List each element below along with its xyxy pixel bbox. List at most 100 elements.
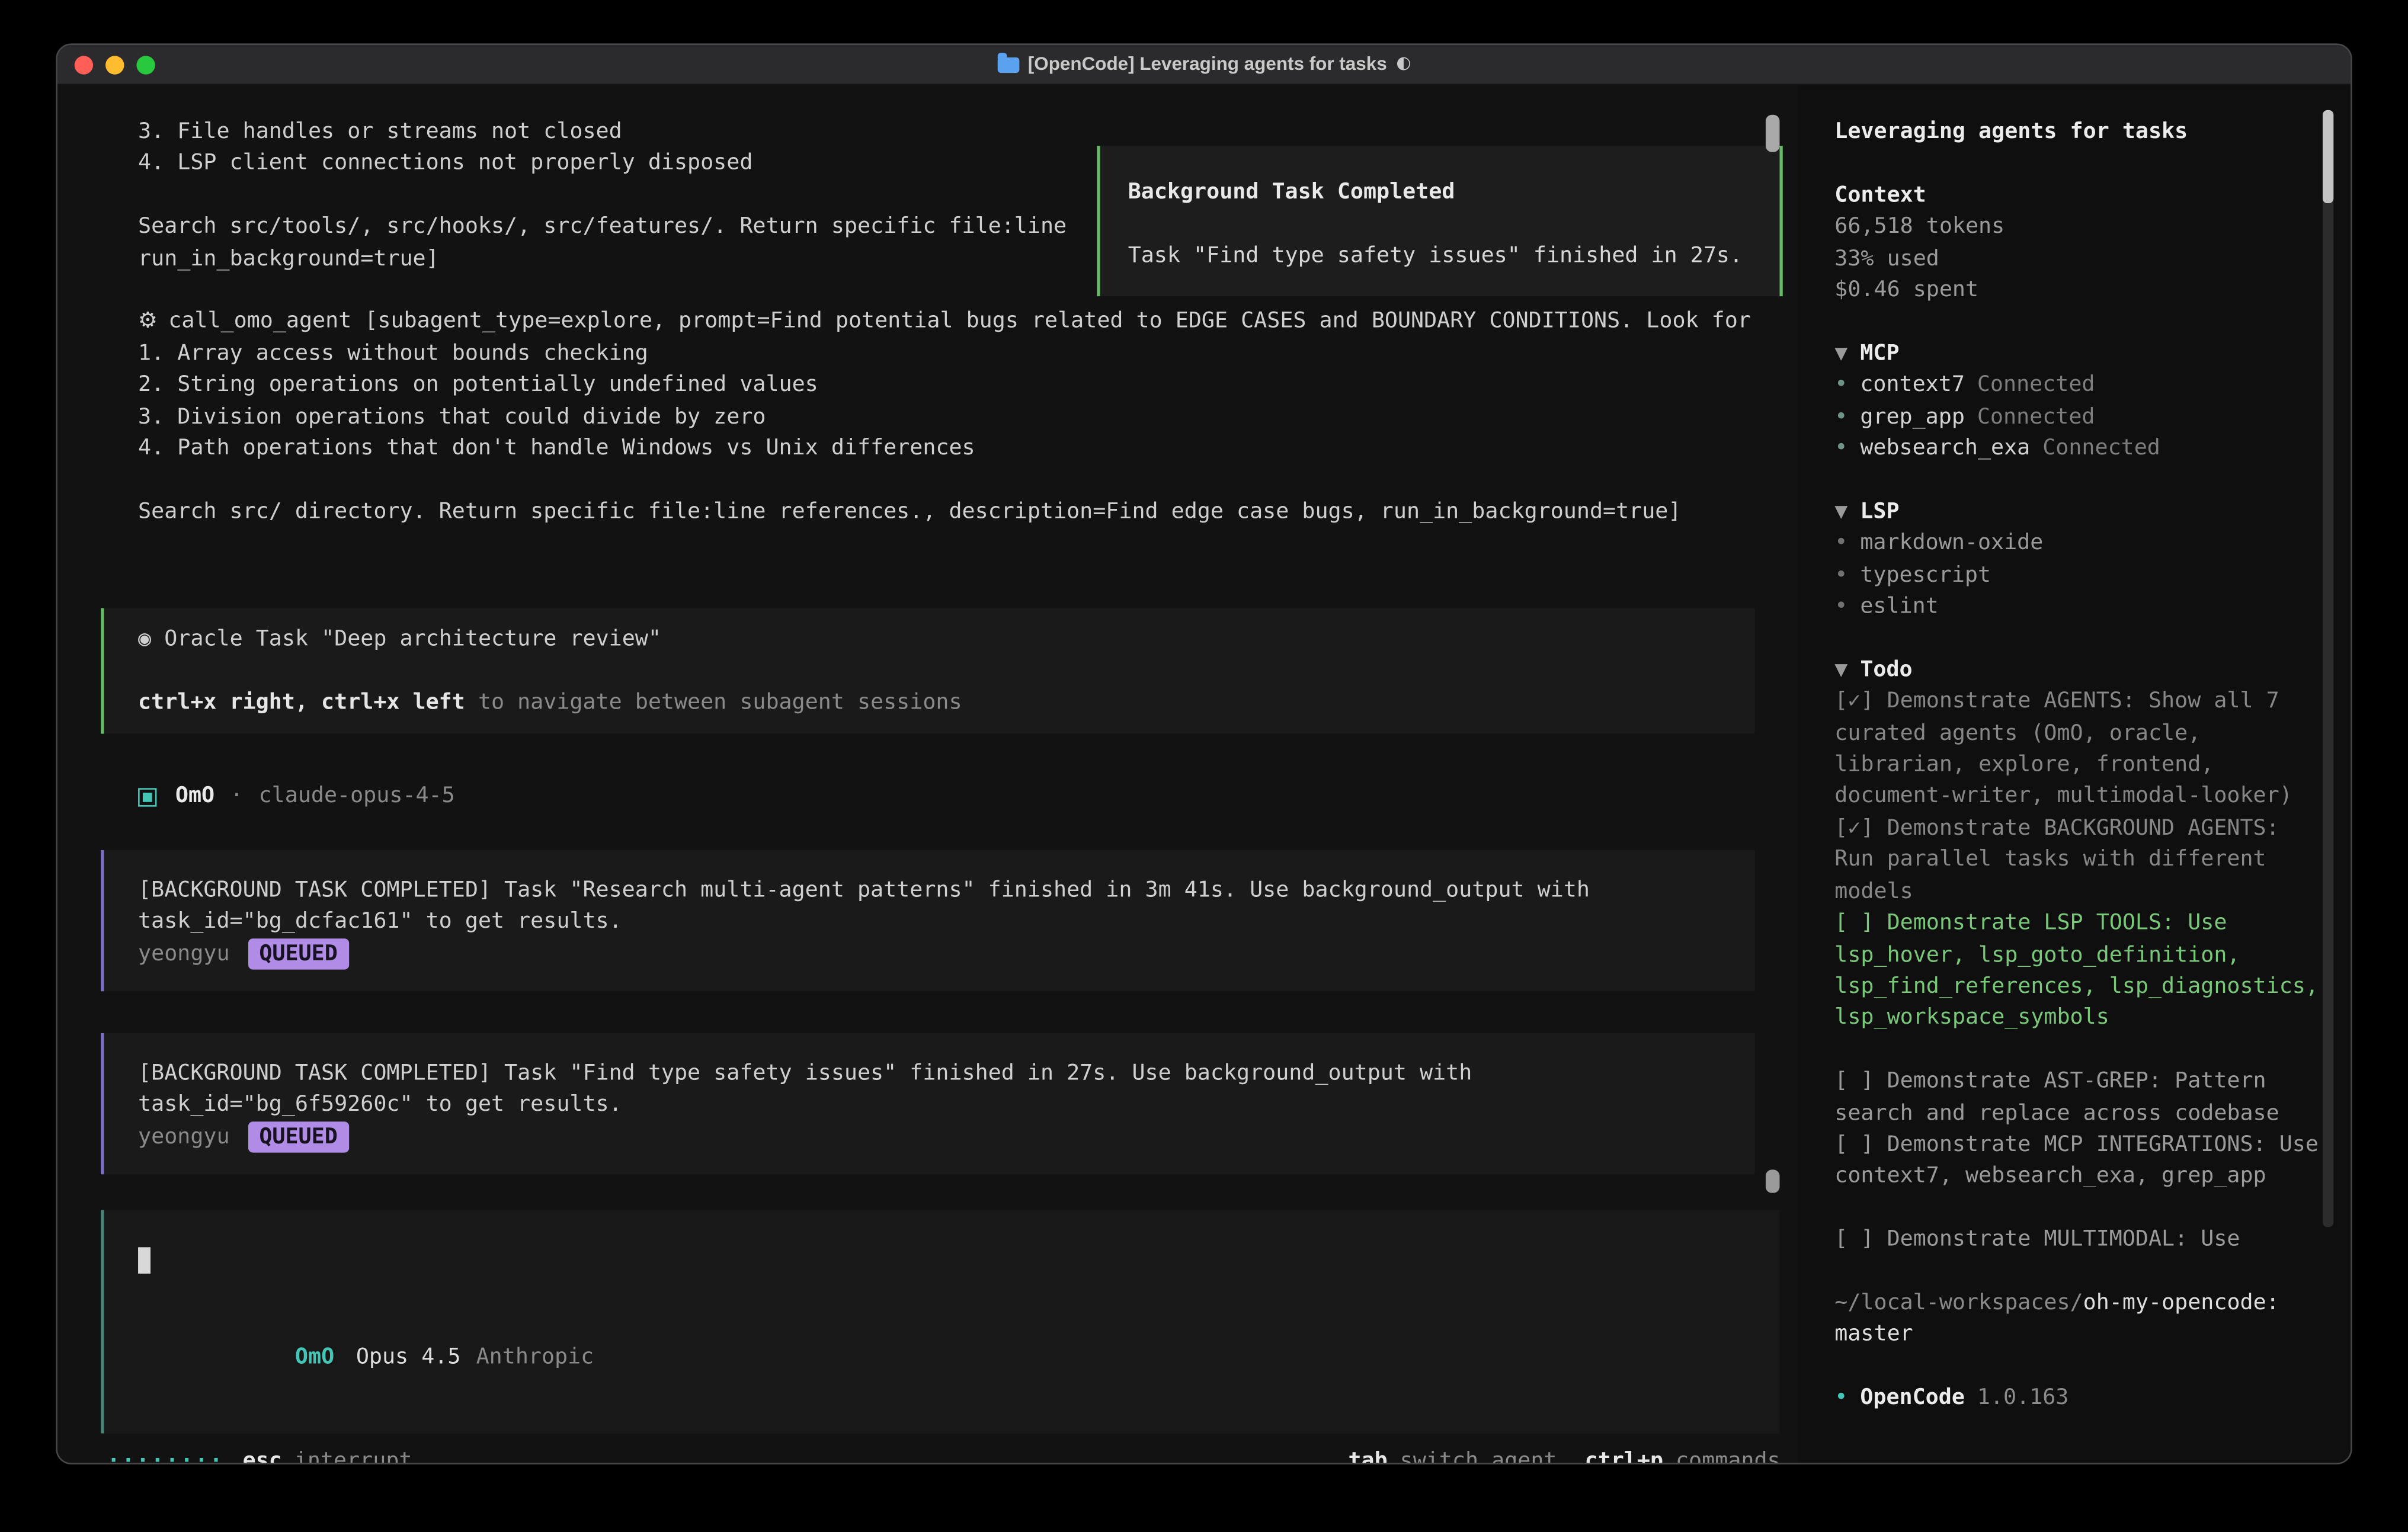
app-version-number: 1.0.163 (1977, 1386, 2069, 1411)
session-timer-icon: ◐ (1396, 49, 1411, 80)
todo-item: [ ] Demonstrate MCP INTEGRATIONS: Use co… (1834, 1129, 2323, 1193)
status-left: ········ esc interrupt (107, 1446, 412, 1464)
prompt-input-line[interactable] (138, 1248, 1779, 1279)
lsp-heading-text: LSP (1860, 499, 1899, 524)
tool-call-text: call_omo_agent [subagent_type=explore, p… (168, 309, 1751, 334)
message-text-line: task_id="bg_6f59260c" to get results. (138, 1089, 1755, 1121)
sidebar-scrollbar-thumb[interactable] (2323, 110, 2333, 203)
bullet-icon: • (1834, 563, 1847, 588)
esc-key-hint: esc (243, 1446, 282, 1464)
blank-line (138, 1279, 1779, 1310)
blank-line (1128, 209, 1755, 240)
todo-item: [ ] Demonstrate MULTIMODAL: Use (1834, 1224, 2323, 1255)
prompt-input[interactable]: OmOOpus 4.5Anthropic (101, 1210, 1779, 1434)
tab-key-hint: tab (1348, 1446, 1387, 1464)
message-block: [BACKGROUND TASK COMPLETED] Task "Resear… (101, 850, 1754, 992)
bullet-icon: • (1834, 373, 1847, 398)
terminal-line: 1. Array access without bounds checking (138, 338, 1799, 369)
lsp-item-name: typescript (1860, 563, 1991, 588)
lsp-item-name: eslint (1860, 594, 1938, 619)
main-scrollbar-thumb[interactable] (1766, 115, 1780, 152)
mcp-item: •grep_appConnected (1834, 401, 2323, 432)
subagent-nav-hint: ctrl+x right, ctrl+x left to navigate be… (138, 687, 1755, 719)
message-author: yeongyu (138, 1124, 230, 1149)
mcp-item-status: Connected (1977, 373, 2095, 398)
message-author: yeongyu (138, 941, 230, 966)
spinner-dots: ········ (107, 1446, 225, 1464)
oracle-task-banner: ◉ Oracle Task "Deep architecture review"… (101, 608, 1754, 735)
bullet-icon: • (1834, 436, 1847, 461)
window-title: [OpenCode] Leveraging agents for tasks ◐ (57, 49, 2351, 80)
message-block: [BACKGROUND TASK COMPLETED] Task "Find t… (101, 1033, 1754, 1175)
chevron-down-icon: ▼ (1834, 341, 1847, 366)
oracle-icon: ◉ (138, 627, 151, 652)
lsp-item: • markdown-oxide (1834, 528, 2323, 559)
status-badge: QUEUED (248, 938, 348, 969)
agent-name: OmO (175, 781, 214, 812)
terminal-line (138, 464, 1799, 496)
lsp-section-header[interactable]: ▼ LSP (1834, 496, 2323, 527)
agent-icon (138, 787, 156, 806)
desktop-background: [OpenCode] Leveraging agents for tasks ◐… (0, 0, 2408, 1532)
context-spent: $0.46 spent (1834, 275, 2323, 306)
chevron-down-icon: ▼ (1834, 658, 1847, 682)
mcp-item: • websearch_exa Connected (1834, 433, 2323, 464)
chevron-down-icon: ▼ (1834, 499, 1847, 524)
agent-model: claude-opus-4-5 (259, 781, 455, 812)
bullet-icon: • (1834, 531, 1847, 556)
workspace-branch: master (1834, 1322, 1913, 1347)
app-version-row: •OpenCode1.0.163 (1834, 1382, 2323, 1414)
lsp-item: • typescript (1834, 559, 2323, 591)
main-scrollbar-thumb[interactable] (1766, 1169, 1780, 1193)
bullet-icon: • (1834, 594, 1847, 619)
status-right: tab switch agent ctrl+p commands (1348, 1446, 1780, 1464)
workspace-path: ~/local-workspaces/oh-my-opencode: maste… (1834, 1287, 2323, 1351)
hint-keys: ctrl+x right, ctrl+x left (138, 690, 465, 715)
todo-item: [✓] Demonstrate BACKGROUND AGENTS: Run p… (1834, 813, 2323, 908)
status-bar: ········ esc interrupt tab switch agent … (107, 1446, 1781, 1464)
oracle-task-title: ◉ Oracle Task "Deep architecture review" (138, 624, 1755, 655)
mcp-item-name: context7 (1860, 373, 1965, 398)
context-heading-text: Context (1834, 182, 1926, 207)
input-provider-name: Anthropic (476, 1346, 594, 1371)
mcp-item-status: Connected (2042, 436, 2160, 461)
bullet-icon: • (1834, 404, 1847, 429)
gear-icon: ⚙ (138, 309, 158, 334)
separator-dot: · (230, 781, 243, 812)
model-selector-row[interactable]: OmOOpus 4.5Anthropic (138, 1311, 1779, 1406)
todo-item: [ ] Demonstrate AST-GREP: Pattern search… (1834, 1066, 2323, 1129)
commands-key-label: commands (1676, 1446, 1781, 1464)
window-title-text: [OpenCode] Leveraging agents for tasks (1028, 49, 1387, 80)
mcp-heading-text: MCP (1860, 341, 1899, 366)
commands-key-hint: ctrl+p (1585, 1446, 1663, 1464)
tool-call-line: ⚙ call_omo_agent [subagent_type=explore, … (138, 306, 1799, 338)
input-agent-name: OmO (295, 1346, 334, 1371)
context-tokens: 66,518 tokens (1834, 211, 2323, 243)
text-cursor (138, 1248, 150, 1274)
esc-key-label: interrupt (294, 1446, 412, 1464)
lsp-item-name: markdown-oxide (1860, 531, 2043, 556)
terminal-line: 3. File handles or streams not closed (138, 116, 1799, 148)
sidebar-scrollbar-track[interactable] (2323, 110, 2333, 1227)
lsp-item: • eslint (1834, 591, 2323, 623)
mcp-item-name: websearch_exa (1860, 436, 2030, 461)
oracle-title-text: Oracle Task "Deep architecture review" (164, 627, 661, 652)
folder-icon (997, 57, 1019, 72)
app-name: OpenCode (1860, 1386, 1965, 1411)
notification-title: Background Task Completed (1128, 177, 1755, 209)
sidebar: Leveraging agents for tasks Context 66,5… (1799, 85, 2351, 1464)
mcp-item-status: Connected (1977, 404, 2095, 429)
agent-header: OmO · claude-opus-4-5 (138, 781, 1799, 812)
window-titlebar[interactable]: [OpenCode] Leveraging agents for tasks ◐ (57, 45, 2351, 85)
session-title: Leveraging agents for tasks (1834, 116, 2323, 148)
message-meta: yeongyuQUEUED (138, 1121, 1755, 1153)
terminal-line: 3. Division operations that could divide… (138, 401, 1799, 432)
todo-heading-text: Todo (1860, 658, 1912, 682)
todo-section-header[interactable]: ▼ Todo (1834, 655, 2323, 686)
todo-item: [ ] Demonstrate LSP TOOLS: Use lsp_hover… (1834, 908, 2323, 1034)
notification-body: Task "Find type safety issues" finished … (1128, 240, 1755, 271)
mcp-section-header[interactable]: ▼ MCP (1834, 338, 2323, 369)
message-text-line: [BACKGROUND TASK COMPLETED] Task "Resear… (138, 874, 1755, 906)
message-text-line: task_id="bg_dcfac161" to get results. (138, 906, 1755, 938)
message-text-line: [BACKGROUND TASK COMPLETED] Task "Find t… (138, 1058, 1755, 1089)
